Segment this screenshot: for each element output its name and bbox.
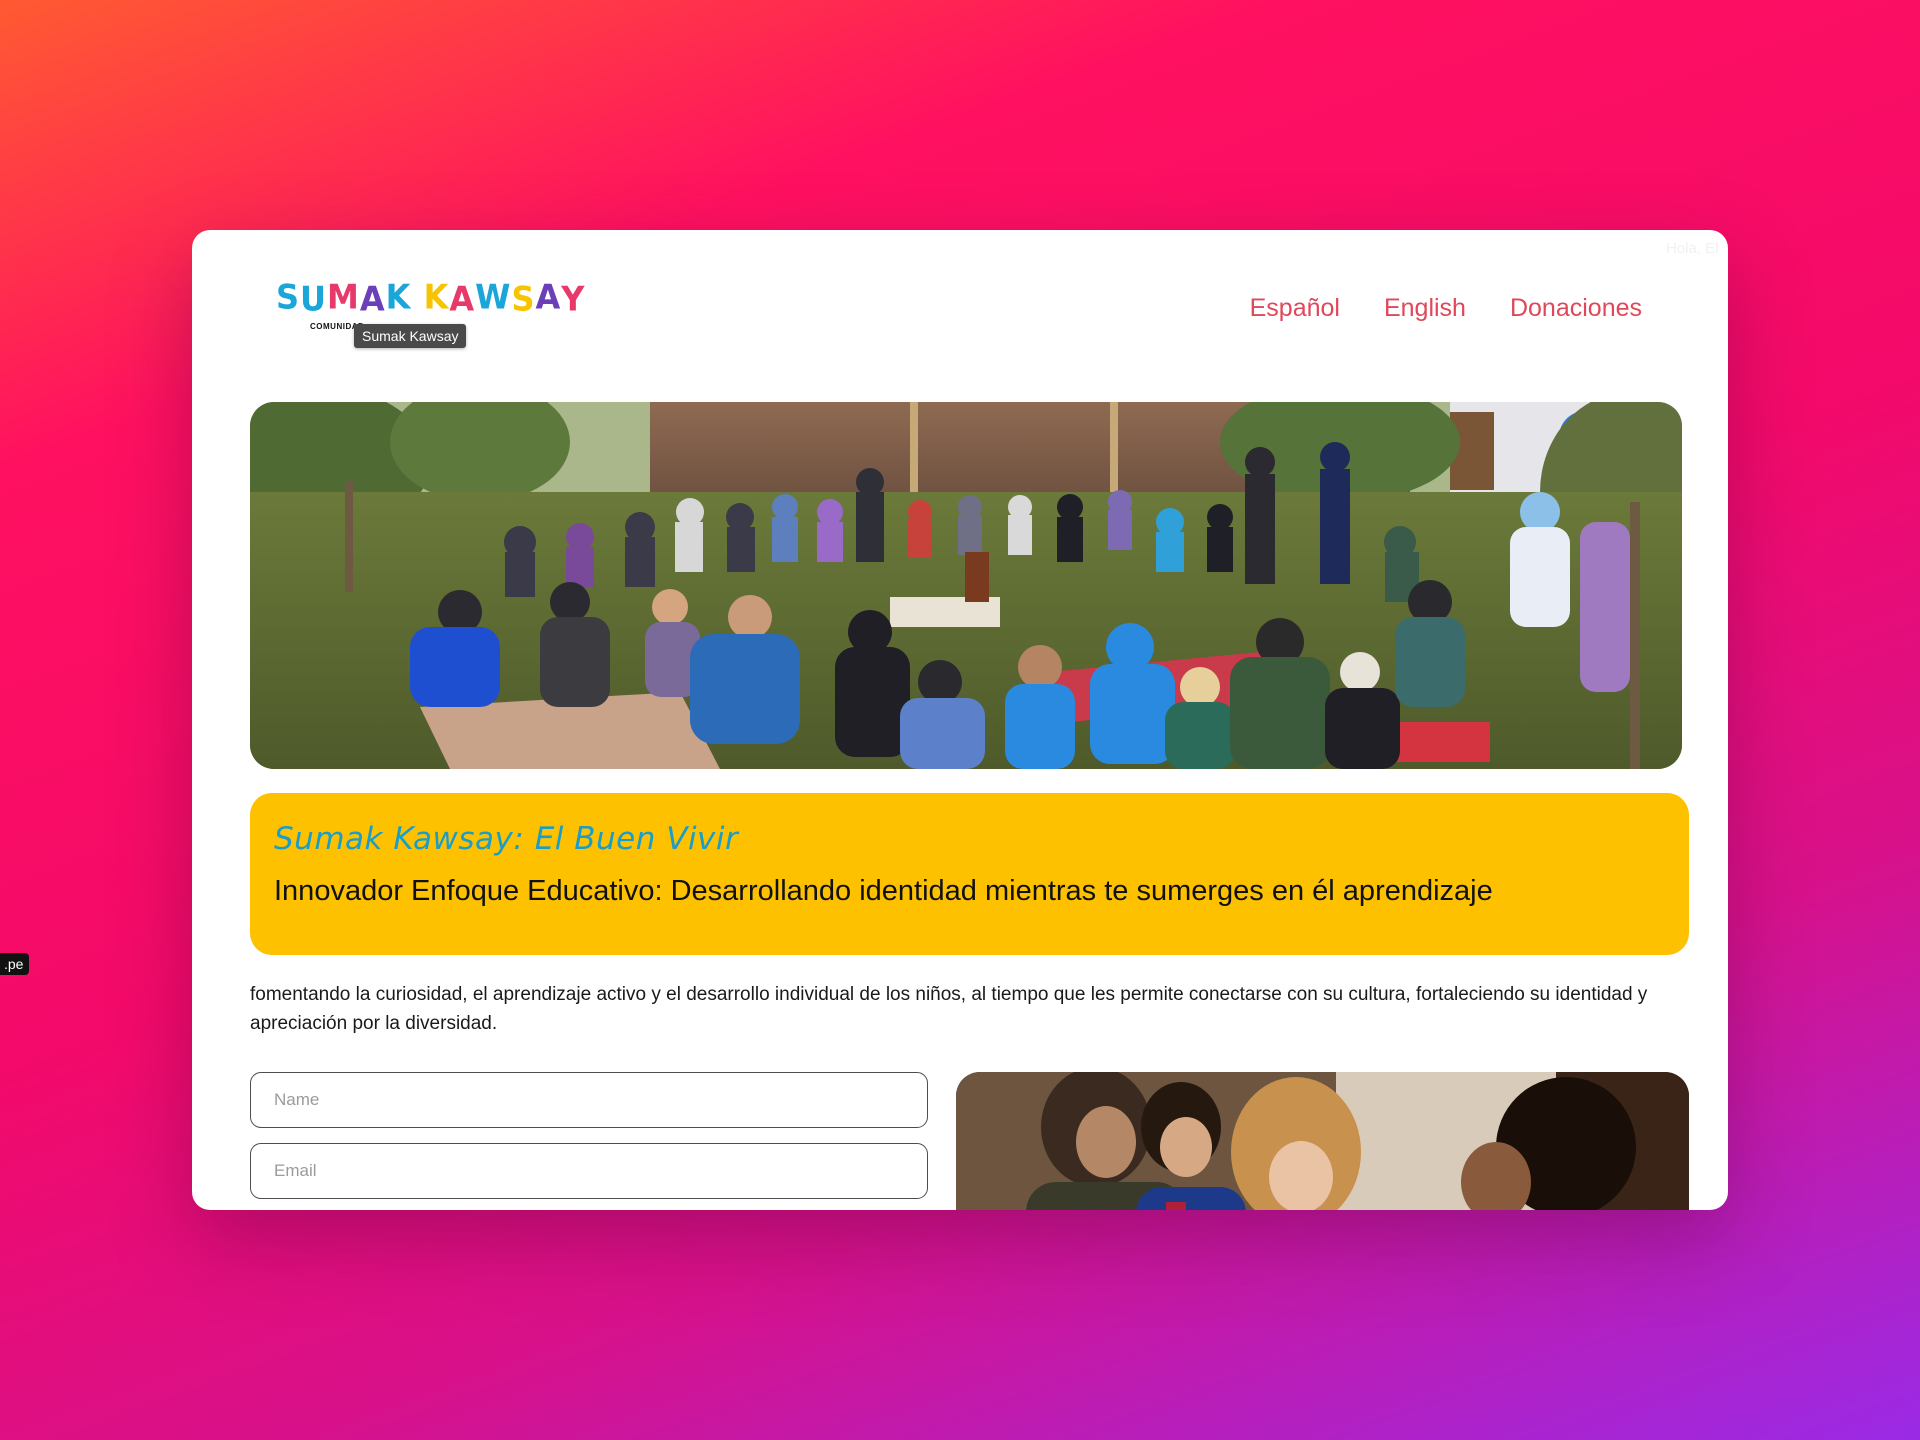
logo-letter: S [511, 278, 536, 319]
nav-link-espanol[interactable]: Español [1250, 294, 1340, 323]
email-input[interactable] [250, 1143, 928, 1199]
ghost-text: Hola, El [1666, 240, 1719, 257]
corner-badge: .pe [0, 953, 30, 975]
logo-letter: A [359, 278, 386, 319]
logo-letter: A [449, 278, 476, 319]
logo-letter: W [475, 276, 512, 317]
logo-tooltip: Sumak Kawsay [354, 324, 467, 348]
logo-letter [411, 282, 423, 316]
hero-photo [250, 402, 1682, 769]
logo-letter: S [276, 276, 301, 317]
nav-link-english[interactable]: English [1384, 294, 1466, 323]
name-input[interactable] [250, 1072, 928, 1128]
logo-letter: M [327, 276, 360, 317]
banner-kicker: Sumak Kawsay: El Buen Vivir [274, 821, 739, 857]
logo-letter: K [385, 276, 412, 317]
nav-link-donaciones[interactable]: Donaciones [1510, 294, 1642, 323]
intro-paragraph: fomentando la curiosidad, el aprendizaje… [250, 984, 1648, 1034]
browser-window: Hola, El SUMAK KAWSAY COMUNIDAD Sumak Ka… [192, 230, 1728, 1210]
banner-title: Innovador Enfoque Educativo: Desarrollan… [274, 875, 1493, 907]
intro-banner: Sumak Kawsay: El Buen Vivir Innovador En… [250, 793, 1689, 955]
logo-letter: A [535, 276, 562, 317]
logo-letter: Y [561, 278, 586, 319]
classroom-photo [956, 1072, 1689, 1210]
main-nav: Español English Donaciones [1250, 294, 1642, 323]
logo-letter: U [300, 278, 328, 319]
logo-letter: K [423, 276, 450, 317]
logo-wordmark: SUMAK KAWSAY [276, 276, 584, 319]
